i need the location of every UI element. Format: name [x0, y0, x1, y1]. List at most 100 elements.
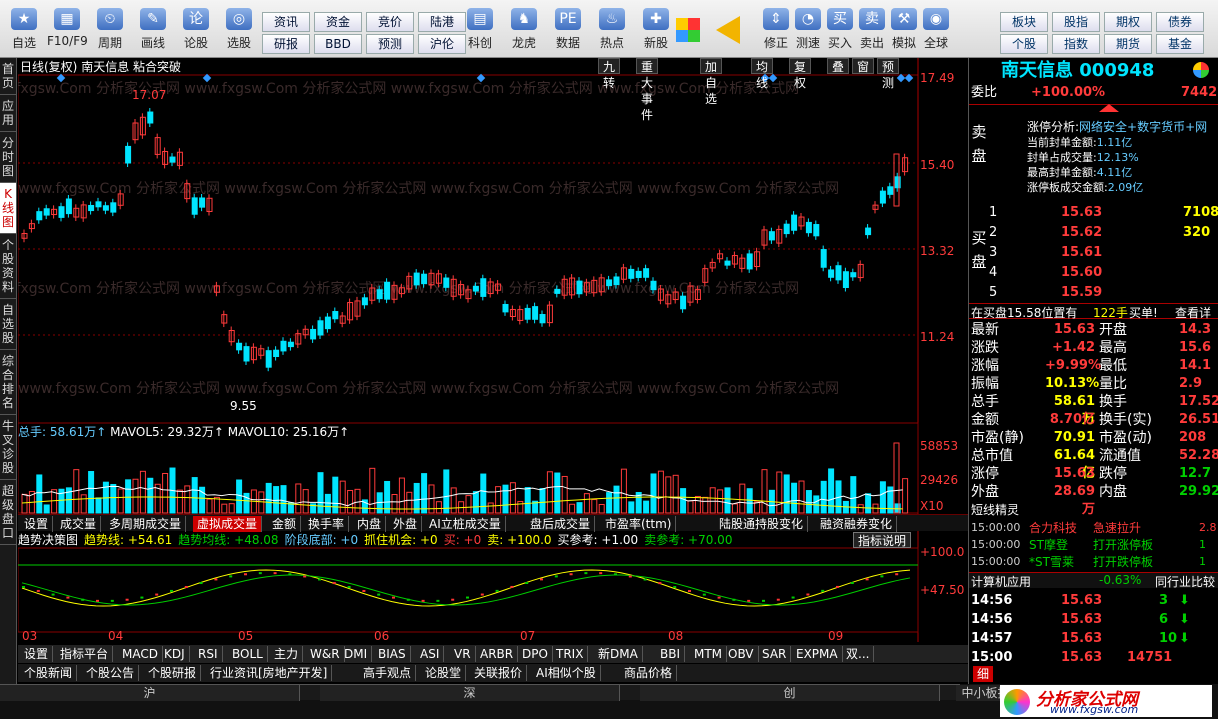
chart-top-button[interactable]: 叠 — [827, 58, 850, 74]
toolbar-grid-button[interactable]: 研报 — [262, 34, 310, 54]
left-nav-item[interactable]: 个股资料 — [0, 234, 16, 299]
tab-tabs2[interactable]: 双... — [842, 646, 875, 662]
left-nav-item[interactable]: 综合排名 — [0, 350, 16, 415]
toolbar-grid-button[interactable]: 资金 — [314, 12, 362, 32]
tab-tabs3[interactable]: 论股堂 — [421, 665, 467, 681]
toolbar-market-button[interactable]: 个股 — [1000, 34, 1048, 54]
tab-tabs3[interactable]: 商品价格 — [620, 665, 678, 681]
toolbar-grid-button[interactable]: 预测 — [366, 34, 414, 54]
tab-tabs2[interactable]: SAR — [758, 646, 792, 662]
chart-top-button[interactable]: 重大事件 — [636, 58, 659, 122]
tab-tabs1[interactable]: 换手率 — [304, 516, 350, 532]
tab-tabs1[interactable]: 虚拟成交量 — [193, 516, 263, 532]
toolbar-grid-button[interactable]: 沪伦 — [418, 34, 466, 54]
color-grid-icon[interactable] — [676, 18, 700, 42]
status-index[interactable]: 创 — [640, 685, 940, 701]
toolbar-market-button[interactable]: 期权 — [1104, 12, 1152, 32]
tab-tabs2[interactable]: BBI — [656, 646, 686, 662]
toolbar-mid-button[interactable]: ♨ 热点 — [592, 6, 632, 56]
toolbar-grid-button[interactable]: 陆港 — [418, 12, 466, 32]
dx-stock[interactable]: 合力科技 — [1029, 519, 1077, 537]
tab-tabs1[interactable]: 金额 — [268, 516, 302, 532]
tab-tabs1[interactable]: 内盘 — [353, 516, 387, 532]
tab-tabs3[interactable]: 个股公告 — [82, 665, 140, 681]
tab-tabs2[interactable]: DPO — [518, 646, 553, 662]
toolbar-mid-button[interactable]: ▤ 科创 — [460, 6, 500, 56]
tab-tabs2[interactable]: 设置 — [20, 646, 54, 662]
tab-tabs2[interactable]: RSI — [194, 646, 223, 662]
chart-top-button[interactable]: 窗 — [852, 58, 875, 74]
tab-tabs1[interactable]: AI立桩成交量 — [425, 516, 506, 532]
back-arrow-icon[interactable] — [716, 16, 740, 44]
tab-tabs2[interactable]: VR — [450, 646, 476, 662]
toolbar-market-button[interactable]: 债券 — [1156, 12, 1204, 32]
tab-tabs2[interactable]: 新DMA — [594, 646, 643, 662]
chart-top-button[interactable]: 加自选 — [700, 58, 723, 106]
order-note-part[interactable]: 查看详 — [1175, 304, 1211, 321]
tab-tabs2[interactable]: BOLL — [228, 646, 268, 662]
tab-tabs2[interactable]: OBV — [724, 646, 759, 662]
toolbar-button-2[interactable]: ⏲ 周期 — [90, 6, 130, 56]
tab-tabs2[interactable]: MACD — [118, 646, 163, 662]
tab-tabs2[interactable]: 指标平台 — [56, 646, 114, 662]
toolbar-mid-button[interactable]: ✚ 新股 — [636, 6, 676, 56]
tab-tabs3[interactable]: 行业资讯[房地产开发] — [206, 665, 333, 681]
tab-tabs1[interactable]: 融资融券变化 — [816, 516, 898, 532]
toolbar-market-button[interactable]: 期货 — [1104, 34, 1152, 54]
toolbar-grid-button[interactable]: 竞价 — [366, 12, 414, 32]
left-nav-item[interactable]: 首页 — [0, 58, 16, 95]
limit-tags[interactable]: 网络安全+数字货币+网 — [1079, 120, 1207, 134]
tab-tabs1[interactable]: 陆股通持股变化 — [715, 516, 809, 532]
tab-tabs1[interactable]: 市盈率(ttm) — [601, 516, 677, 532]
tab-tabs3[interactable]: 个股新闻 — [20, 665, 78, 681]
detail-tab[interactable]: 细 — [973, 666, 994, 682]
tab-tabs1[interactable]: 多周期成交量 — [105, 516, 187, 532]
toolbar-market-button[interactable]: 基金 — [1156, 34, 1204, 54]
industry-item[interactable]: 同行业比较 — [1155, 573, 1215, 590]
chart-pie-icon[interactable] — [1193, 62, 1209, 78]
toolbar-market-button[interactable]: 板块 — [1000, 12, 1048, 32]
left-nav-item[interactable]: K线图 — [0, 183, 16, 234]
tab-tabs2[interactable]: MTM — [690, 646, 728, 662]
toolbar-mid-button[interactable]: ♞ 龙虎 — [504, 6, 544, 56]
left-nav-item[interactable]: 牛叉诊股 — [0, 415, 16, 480]
toolbar-button-1[interactable]: ▦ F10/F9 — [47, 6, 88, 56]
status-index[interactable]: 沪 — [0, 685, 300, 701]
tab-tabs1[interactable]: 盘后成交量 — [526, 516, 596, 532]
chart-top-button[interactable]: 九转 — [598, 58, 621, 90]
tab-tabs2[interactable]: EXPMA — [792, 646, 843, 662]
toolbar-market-button[interactable]: 股指 — [1052, 12, 1100, 32]
tab-tabs2[interactable]: DMI — [340, 646, 373, 662]
toolbar-button-0[interactable]: ★ 自选 — [4, 6, 44, 56]
left-nav-item[interactable]: 超级盘口 — [0, 480, 16, 545]
tab-tabs2[interactable]: W&R — [306, 646, 345, 662]
tab-tabs2[interactable]: KDJ — [160, 646, 190, 662]
tab-tabs3[interactable]: 关联报价 — [470, 665, 528, 681]
toolbar-right-button[interactable]: ◉ 全球 — [916, 6, 956, 56]
tab-tabs2[interactable]: BIAS — [374, 646, 411, 662]
chart-top-button[interactable]: 均线 — [751, 58, 774, 90]
tab-tabs3[interactable]: 高手观点 — [359, 665, 417, 681]
collapse-arrow-icon[interactable] — [1099, 104, 1119, 112]
tab-tabs2[interactable]: ASI — [416, 646, 445, 662]
toolbar-mid-button[interactable]: PE 数据 — [548, 6, 588, 56]
tab-tabs2[interactable]: TRIX — [552, 646, 589, 662]
chart-top-button[interactable]: 预测 — [877, 58, 900, 90]
left-nav-item[interactable]: 分时图 — [0, 132, 16, 183]
left-nav-item[interactable]: 自选股 — [0, 299, 16, 350]
dx-stock[interactable]: *ST雪莱 — [1029, 553, 1074, 571]
tab-tabs1[interactable]: 外盘 — [389, 516, 423, 532]
tab-tabs1[interactable]: 设置 — [20, 516, 54, 532]
tab-tabs3[interactable]: 个股研报 — [144, 665, 202, 681]
tab-tabs3[interactable]: AI相似个股 — [532, 665, 601, 681]
toolbar-button-3[interactable]: ✎ 画线 — [133, 6, 173, 56]
left-nav-item[interactable]: 应用 — [0, 95, 16, 132]
toolbar-button-5[interactable]: ◎ 选股 — [219, 6, 259, 56]
indicator-help-button[interactable]: 指标说明 — [853, 532, 912, 548]
toolbar-market-button[interactable]: 指数 — [1052, 34, 1100, 54]
toolbar-button-4[interactable]: 论论股 — [176, 6, 216, 56]
chart-top-button[interactable]: 复权 — [789, 58, 812, 90]
dx-stock[interactable]: ST摩登 — [1029, 536, 1068, 554]
toolbar-grid-button[interactable]: 资讯 — [262, 12, 310, 32]
tab-tabs2[interactable]: ARBR — [476, 646, 519, 662]
